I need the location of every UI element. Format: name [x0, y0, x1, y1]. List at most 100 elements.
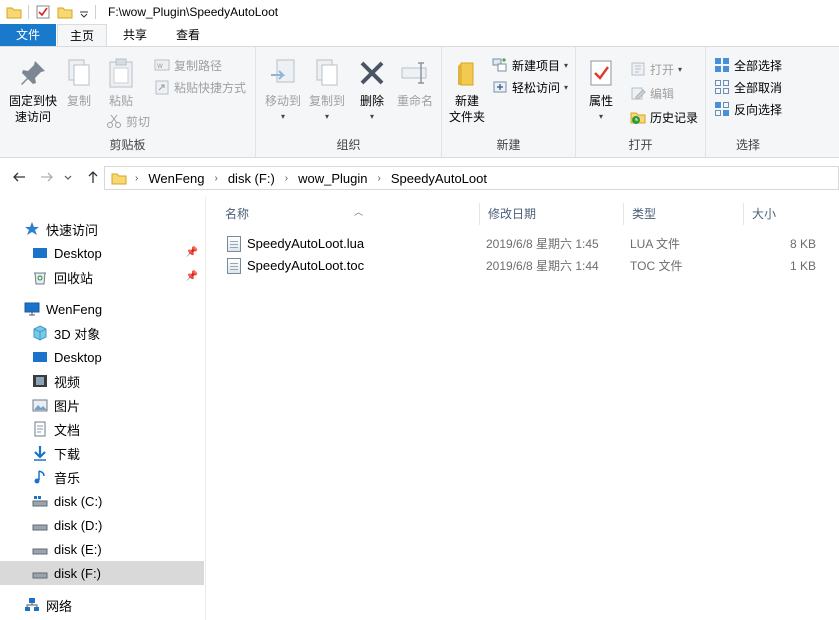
new-folder-button[interactable]: 新建 文件夹 [446, 53, 488, 125]
nav-disk-f[interactable]: disk (F:) [0, 561, 204, 585]
select-none-icon [714, 79, 730, 95]
edit-button[interactable]: 编辑 [630, 83, 674, 103]
nav-disk-d[interactable]: disk (D:) [0, 513, 204, 537]
chevron-right-icon[interactable]: › [214, 173, 217, 184]
new-item-icon [492, 57, 508, 73]
chevron-right-icon[interactable]: › [135, 173, 138, 184]
organize-group: 移动到 ▾ 复制到 ▾ 删除 ▾ 重命名 组织 [256, 47, 442, 157]
move-to-button[interactable]: 移动到 ▾ [260, 53, 306, 125]
nav-3d-objects[interactable]: 3D 对象 [0, 321, 204, 345]
pin-icon[interactable]: 📌 [186, 271, 198, 282]
paste-label: 粘贴 [108, 94, 133, 108]
address-bar[interactable]: › WenFeng › disk (F:) › wow_Plugin › Spe… [104, 166, 839, 190]
easy-access-icon [492, 79, 508, 95]
rename-button[interactable]: 重命名 [392, 53, 438, 109]
file-row[interactable]: SpeedyAutoLoot.lua 2019/6/8 星期六 1:45 LUA… [223, 233, 823, 255]
chevron-down-icon [64, 175, 72, 180]
delete-button[interactable]: 删除 ▾ [354, 53, 390, 125]
file-size: 1 KB [789, 259, 816, 273]
up-button[interactable] [84, 169, 102, 187]
pin-icon [17, 57, 49, 89]
nav-qa-recycle-bin[interactable]: 回收站 📌 [0, 265, 204, 289]
nav-music[interactable]: 音乐 [0, 465, 204, 489]
drive-icon [32, 517, 48, 533]
breadcrumb-speedyautoloot[interactable]: SpeedyAutoLoot [391, 171, 487, 186]
select-none-button[interactable]: 全部取消 [714, 77, 782, 97]
copy-to-icon [311, 57, 343, 89]
new-item-button[interactable]: 新建项目 ▾ [492, 55, 568, 75]
easy-access-button[interactable]: 轻松访问 ▾ [492, 77, 568, 97]
arrow-right-icon [41, 172, 53, 182]
chevron-right-icon[interactable]: › [285, 173, 288, 184]
file-name: SpeedyAutoLoot.lua [247, 236, 365, 251]
nav-videos[interactable]: 视频 [0, 369, 204, 393]
nav-disk-e[interactable]: disk (E:) [0, 537, 204, 561]
breadcrumb-wow-plugin[interactable]: wow_Plugin [298, 171, 367, 186]
cut-button[interactable]: 剪切 [106, 111, 150, 131]
new-group: 新建 文件夹 新建项目 ▾ 轻松访问 ▾ 新建 [442, 47, 576, 157]
delete-label: 删除 [359, 94, 384, 108]
rename-label: 重命名 [396, 94, 433, 108]
column-header-type[interactable]: 类型 [623, 203, 743, 225]
back-button[interactable] [10, 169, 28, 187]
chevron-down-icon: ▾ [369, 112, 374, 121]
forward-button[interactable] [38, 169, 56, 187]
file-icon [227, 258, 241, 274]
nav-qa-desktop[interactable]: Desktop 📌 [0, 241, 204, 265]
file-modified: 2019/6/8 星期六 1:44 [486, 259, 599, 273]
properties-icon[interactable] [35, 4, 51, 20]
column-header-name-label: 名称 [225, 207, 250, 221]
recycle-bin-icon [32, 269, 48, 285]
nav-qa-recycle-bin-label: 回收站 [54, 270, 94, 286]
nav-desktop[interactable]: Desktop [0, 345, 204, 369]
column-header-size[interactable]: 大小 [743, 203, 823, 225]
nav-pictures[interactable]: 图片 [0, 393, 204, 417]
nav-this-pc[interactable]: WenFeng [0, 297, 204, 321]
nav-disk-c[interactable]: disk (C:) [0, 489, 204, 513]
recent-locations-button[interactable] [62, 169, 74, 187]
star-icon [24, 221, 40, 237]
paste-shortcut-button[interactable]: 粘贴快捷方式 [154, 77, 246, 97]
nav-downloads[interactable]: 下载 [0, 441, 204, 465]
select-all-button[interactable]: 全部选择 [714, 55, 782, 75]
chevron-down-icon: ▾ [564, 60, 569, 70]
delete-icon [356, 57, 388, 89]
chevron-right-icon[interactable]: › [378, 173, 381, 184]
scissors-icon [106, 113, 122, 129]
chevron-down-icon: ▾ [598, 112, 603, 121]
history-button[interactable]: 历史记录 [630, 107, 698, 127]
pin-icon[interactable]: 📌 [186, 247, 198, 258]
tab-share[interactable]: 共享 [110, 24, 160, 46]
nav-network[interactable]: 网络 [0, 593, 204, 617]
cube-icon [32, 325, 48, 341]
nav-quick-access[interactable]: 快速访问 [0, 217, 204, 241]
nav-disk-f-label: disk (F:) [54, 565, 101, 581]
copy-path-button[interactable]: W 复制路径 [154, 55, 222, 75]
title-bar: F:\wow_Plugin\SpeedyAutoLoot [0, 0, 839, 24]
file-name: SpeedyAutoLoot.toc [247, 258, 365, 273]
copy-button[interactable]: 复制 [62, 53, 96, 109]
column-header-name[interactable]: 名称 ︿ [217, 203, 479, 225]
copy-to-button[interactable]: 复制到 ▾ [304, 53, 350, 125]
nav-documents[interactable]: 文档 [0, 417, 204, 441]
invert-selection-button[interactable]: 反向选择 [714, 99, 782, 119]
tab-home[interactable]: 主页 [57, 24, 107, 47]
properties-button[interactable]: 属性 ▾ [580, 53, 622, 125]
network-icon [24, 597, 40, 613]
chevron-down-icon[interactable] [79, 4, 89, 20]
open-button[interactable]: 打开 ▾ [630, 59, 682, 79]
pin-quick-access-button[interactable]: 固定到快 速访问 [4, 53, 62, 125]
picture-icon [32, 397, 48, 413]
tab-file[interactable]: 文件 [0, 24, 56, 46]
paste-button[interactable]: 粘贴 [100, 53, 142, 109]
column-header-modified[interactable]: 修改日期 [479, 203, 623, 225]
breadcrumb-pc[interactable]: WenFeng [148, 171, 204, 186]
address-row: › WenFeng › disk (F:) › wow_Plugin › Spe… [0, 159, 839, 197]
breadcrumb-disk-f[interactable]: disk (F:) [228, 171, 275, 186]
tab-view[interactable]: 查看 [163, 24, 213, 46]
file-row[interactable]: SpeedyAutoLoot.toc 2019/6/8 星期六 1:44 TOC… [223, 255, 823, 277]
desktop-icon [32, 349, 48, 365]
chevron-down-icon: ▾ [564, 82, 569, 92]
new-folder-icon[interactable] [57, 4, 73, 20]
drive-icon [32, 541, 48, 557]
